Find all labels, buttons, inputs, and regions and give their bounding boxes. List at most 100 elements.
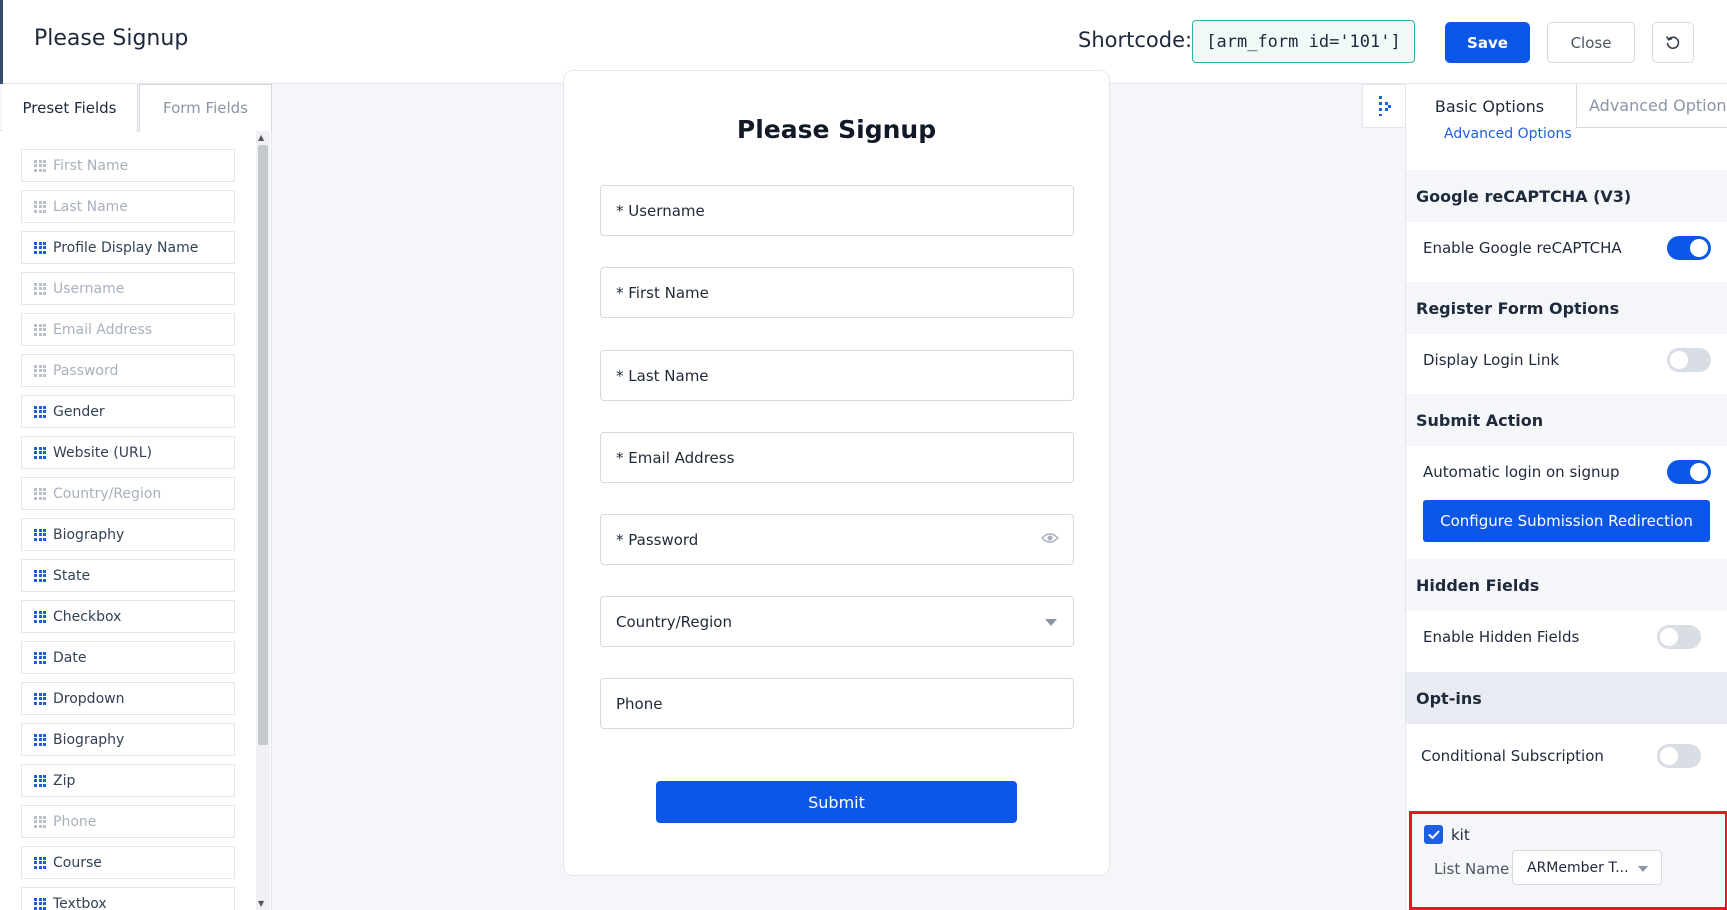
preset-field-item[interactable]: Profile Display Name [21, 231, 235, 264]
drag-handle-icon[interactable] [34, 282, 46, 295]
drag-handle-icon[interactable] [34, 569, 46, 582]
preset-field-item[interactable]: Dropdown [21, 682, 235, 715]
drag-handle-icon[interactable] [34, 446, 46, 459]
drag-handle-icon[interactable] [34, 405, 46, 418]
drag-handle-icon[interactable] [34, 487, 46, 500]
scroll-up-arrow-icon[interactable]: ▲ [258, 133, 264, 142]
drag-handle-icon[interactable] [34, 241, 46, 254]
drag-handle-icon[interactable] [34, 610, 46, 623]
preset-field-item[interactable]: Country/Region [21, 477, 235, 510]
drag-handle-icon[interactable] [34, 856, 46, 869]
drag-handle-icon[interactable] [34, 774, 46, 787]
drag-handle-icon[interactable] [34, 897, 46, 910]
login-link-row: Display Login Link [1406, 334, 1727, 386]
preset-field-item[interactable]: Password [21, 354, 235, 387]
preset-field-item[interactable]: Website (URL) [21, 436, 235, 469]
drag-handle-icon[interactable] [34, 692, 46, 705]
phone-input[interactable]: Phone [600, 678, 1074, 729]
preset-field-item[interactable]: Biography [21, 518, 235, 551]
password-input[interactable]: * Password [600, 514, 1074, 565]
country-select[interactable]: Country/Region [600, 596, 1074, 647]
panel-toggle-button[interactable] [1362, 84, 1406, 128]
last-name-input[interactable]: * Last Name [600, 350, 1074, 401]
login-link-toggle[interactable] [1667, 348, 1711, 372]
save-button[interactable]: Save [1445, 22, 1530, 63]
preset-field-label: Biography [53, 731, 125, 748]
preset-field-label: Gender [53, 403, 105, 420]
fields-tabs: Preset Fields Form Fields [0, 84, 272, 132]
kit-checkbox[interactable] [1424, 825, 1443, 844]
reset-icon [1666, 35, 1680, 49]
preset-field-label: Biography [53, 526, 125, 543]
preset-field-item[interactable]: State [21, 559, 235, 592]
eye-icon[interactable] [1041, 532, 1059, 544]
auto-login-label: Automatic login on signup [1423, 463, 1620, 481]
first-name-label: * First Name [616, 283, 709, 302]
page-title: Please Signup [34, 26, 189, 51]
drag-handle-icon[interactable] [34, 651, 46, 664]
auto-login-row: Automatic login on signup [1406, 446, 1727, 498]
submit-button[interactable]: Submit [656, 781, 1017, 823]
preset-field-item[interactable]: Date [21, 641, 235, 674]
preset-field-item[interactable]: Username [21, 272, 235, 305]
preset-field-label: First Name [53, 157, 129, 174]
drag-handle-icon[interactable] [34, 323, 46, 336]
advanced-options-link[interactable]: Advanced Options [1444, 126, 1572, 142]
reset-button[interactable] [1652, 22, 1694, 63]
last-name-label: * Last Name [616, 366, 709, 385]
tab-form-fields[interactable]: Form Fields [139, 84, 272, 131]
hidden-fields-row: Enable Hidden Fields [1406, 611, 1727, 663]
preset-field-item[interactable]: Last Name [21, 190, 235, 223]
fields-scrollbar[interactable]: ▲ ▼ [256, 131, 270, 910]
preset-field-item[interactable]: Gender [21, 395, 235, 428]
optins-heading: Opt-ins [1406, 672, 1727, 724]
kit-label: kit [1451, 826, 1470, 844]
preset-field-list: First Name Last Name Profile Display Name U… [21, 149, 235, 910]
options-panel: Basic Options Advanced Options Advanced … [1405, 84, 1727, 910]
conditional-subscription-toggle[interactable] [1657, 744, 1701, 768]
auto-login-toggle[interactable] [1667, 460, 1711, 484]
tab-advanced-options[interactable]: Advanced Options [1576, 84, 1727, 128]
first-name-input[interactable]: * First Name [600, 267, 1074, 318]
preset-field-item[interactable]: Biography [21, 723, 235, 756]
username-label: * Username [616, 201, 705, 220]
close-button[interactable]: Close [1547, 22, 1635, 63]
preset-field-label: Username [53, 280, 125, 297]
tab-basic-options[interactable]: Basic Options [1416, 84, 1563, 128]
drag-handle-icon[interactable] [34, 815, 46, 828]
drag-handle-icon[interactable] [34, 200, 46, 213]
preset-field-label: Textbox [53, 895, 107, 910]
preset-field-item[interactable]: Course [21, 846, 235, 879]
password-label: * Password [616, 530, 699, 549]
preset-field-item[interactable]: Checkbox [21, 600, 235, 633]
preset-field-label: Date [53, 649, 87, 666]
configure-redirection-button[interactable]: Configure Submission Redirection [1423, 500, 1710, 542]
conditional-subscription-label: Conditional Subscription [1421, 747, 1604, 765]
preset-field-item[interactable]: Phone [21, 805, 235, 838]
login-link-label: Display Login Link [1423, 351, 1560, 369]
preset-field-item[interactable]: First Name [21, 149, 235, 182]
preset-field-item[interactable]: Email Address [21, 313, 235, 346]
checkmark-icon [1428, 830, 1439, 839]
drag-handle-icon[interactable] [34, 733, 46, 746]
preset-field-item[interactable]: Zip [21, 764, 235, 797]
preset-field-label: Last Name [53, 198, 128, 215]
scroll-thumb[interactable] [258, 145, 268, 745]
preset-field-label: Course [53, 854, 102, 871]
drag-handle-icon[interactable] [34, 528, 46, 541]
recaptcha-label: Enable Google reCAPTCHA [1423, 239, 1622, 257]
preset-field-item[interactable]: Textbox [21, 887, 235, 910]
email-input[interactable]: * Email Address [600, 432, 1074, 483]
drag-handle-icon[interactable] [34, 364, 46, 377]
shortcode-field[interactable]: [arm_form id='101'] [1192, 20, 1415, 63]
drag-handle-icon[interactable] [34, 159, 46, 172]
username-input[interactable]: * Username [600, 185, 1074, 236]
list-name-select[interactable]: ARMember T... [1512, 850, 1662, 885]
recaptcha-toggle[interactable] [1667, 236, 1711, 260]
hidden-fields-toggle[interactable] [1657, 625, 1701, 649]
recaptcha-row: Enable Google reCAPTCHA [1406, 222, 1727, 274]
scroll-down-arrow-icon[interactable]: ▼ [258, 899, 264, 908]
tab-preset-fields[interactable]: Preset Fields [2, 84, 138, 132]
conditional-subscription-row: Conditional Subscription [1406, 730, 1727, 782]
phone-label: Phone [616, 694, 663, 713]
